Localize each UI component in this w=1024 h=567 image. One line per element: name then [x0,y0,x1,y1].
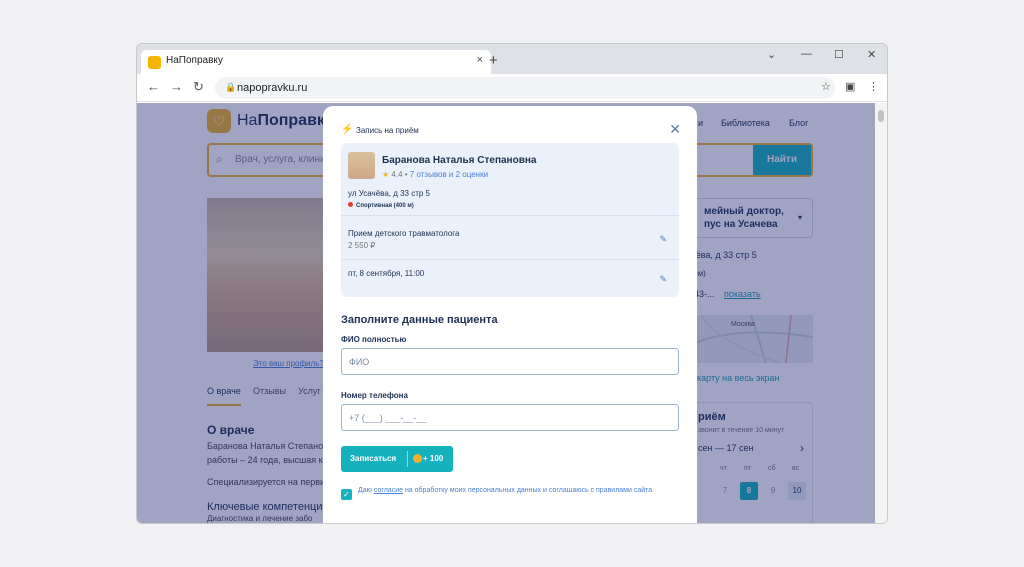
lock-icon: 🔒 [225,82,237,92]
star-icon: ★ [382,170,390,179]
forward-icon[interactable]: → [170,79,183,94]
maximize-button[interactable]: ☐ [834,48,844,61]
back-icon[interactable]: ← [147,79,160,94]
url-text[interactable]: napopravku.ru [237,82,307,94]
close-window-button[interactable]: ✕ [867,48,876,61]
fio-input[interactable] [341,348,679,375]
doctor-rating: ★ 4.4 • 7 отзывов и 2 оценки [382,170,488,179]
title-bar: НаПоправку × + ⌄ — ☐ ✕ [137,44,887,74]
fio-label: ФИО полностью [341,335,407,344]
metro-name: Спортивная (400 м) [356,203,414,209]
doctor-avatar [348,152,375,179]
browser-menu-icon[interactable]: ⋮ [868,80,879,93]
divider [341,259,679,260]
scrollbar-thumb[interactable] [878,110,884,122]
bonus-coin-icon [413,454,422,463]
button-divider [407,451,408,467]
bookmark-star-icon[interactable]: ☆ [821,80,831,93]
browser-toolbar: ← → ↻ 🔒 napopravku.ru ☆ ▣ ⋮ [137,74,887,102]
consent-rest: на обработку моих персональных данных и … [403,487,653,494]
edit-datetime-icon[interactable]: ✎ [659,274,667,285]
phone-input[interactable] [341,404,679,431]
rating-value: 4.4 [391,170,403,179]
service-name: Прием детского травматолога [348,229,460,238]
favicon-icon [148,56,161,69]
side-panel-icon[interactable]: ▣ [845,80,855,93]
appointment-address: ул Усачёва, д 33 стр 5 [348,189,431,198]
modal-header: Запись на приём [356,126,419,135]
reviews-link[interactable]: 7 отзывов и 2 оценки [410,170,488,179]
metro-line-icon [348,202,353,207]
service-price: 2 550 ₽ [348,241,376,250]
form-title: Заполните данные пациента [341,314,498,326]
browser-tab[interactable]: НаПоправку × [141,50,491,74]
browser-window: НаПоправку × + ⌄ — ☐ ✕ ← → ↻ 🔒 napopravk… [136,43,888,524]
edit-service-icon[interactable]: ✎ [659,234,667,245]
divider [341,215,679,216]
phone-label: Номер телефона [341,391,408,400]
rating-separator: • [402,170,408,179]
tab-title: НаПоправку [166,55,223,66]
consent-text: Даю согласие на обработку моих персональ… [358,486,668,496]
close-icon[interactable]: ✕ [669,121,681,138]
bonus-amount: + 100 [423,454,444,463]
reload-icon[interactable]: ↻ [193,79,204,95]
appointment-summary: Баранова Наталья Степановна ★ 4.4 • 7 от… [341,143,679,297]
consent-link[interactable]: согласие [374,487,403,494]
bolt-icon: ⚡ [341,124,354,135]
appointment-datetime: пт, 8 сентября, 11:00 [348,269,425,278]
submit-label: Записаться [350,454,397,463]
consent-prefix: Даю [358,487,374,494]
tab-search-icon[interactable]: ⌄ [767,48,776,61]
submit-button[interactable]: Записаться + 100 [341,446,453,472]
appointment-modal: ⚡ Запись на приём ✕ Баранова Наталья Сте… [323,106,697,523]
address-bar[interactable]: 🔒 napopravku.ru [215,77,835,99]
page-scrollbar[interactable] [875,103,887,523]
appointment-metro: Спортивная (400 м) [348,202,414,209]
tab-close-icon[interactable]: × [477,54,483,66]
minimize-button[interactable]: — [801,48,812,60]
new-tab-button[interactable]: + [489,52,498,69]
doctor-name: Баранова Наталья Степановна [382,155,537,166]
page-content: ♡ НаПоправку и Библиотека Блог ⌕ Врач, у… [137,103,877,523]
consent-checkbox[interactable]: ✓ [341,489,352,500]
